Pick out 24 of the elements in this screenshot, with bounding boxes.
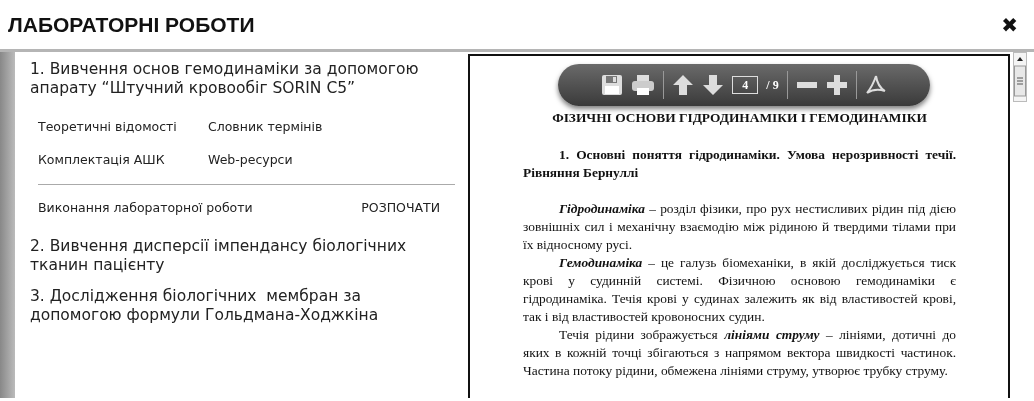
down-arrow-icon[interactable] [702,74,725,96]
lab-link[interactable]: Словник термінів [208,118,358,137]
up-arrow-icon[interactable] [672,74,695,96]
zoom-in-icon[interactable] [825,74,848,96]
start-link[interactable]: РОЗПОЧАТИ [361,198,440,218]
document-paragraph: Течія рідини зображується лініями струму – лініями, дотичні до яких в кожній точці збігаються з напрямом вектора швидкості частинок. Частина потоку рідини, обмежена лініями струму, утворює трубку струму. [523,326,956,381]
lab-title[interactable]: 3. Дослідження біологічних мембран за допомогою формули Гольдмана-Ходжкіна [30,287,455,326]
lab-link[interactable]: Web-ресурси [208,150,358,170]
document-paragraph: Гемодинаміка – це галузь біомеханіки, в якій досліджується тиск крові у судинній системі. Фізичною основою гемодинаміки є гідродинаміка. Течія крові у судинах залежить як від властивостей крові, так і від властивостей кровоносних судин. [523,254,956,327]
document-heading: ФІЗИЧНІ ОСНОВИ ГІДРОДИНАМІКИ І ГЕМОДИНАМІКИ [551,109,928,127]
section-heading: 1. Основні поняття гідродинаміки. Умова нерозривності течії. Рівняння Бернуллі [523,146,956,183]
lab-title[interactable]: 2. Вивчення дисперсії імпендансу біологічних тканин пацієнту [30,237,455,276]
window-title: ЛАБОРАТОРНІ РОБОТИ [8,11,255,38]
page-number-field[interactable]: 4 [732,76,759,94]
print-icon[interactable] [631,74,656,96]
document-paragraph: Гідродинаміка – розділ фізики, про рух нестисливих рідин під дією зовнішніх сил і механічну взаємодію між рідиною й твердими тілами при їх відносному русі. [523,200,956,255]
lab-link[interactable]: Комплектація АШК [38,150,208,170]
page-count: / 9 [766,77,779,94]
lab-link[interactable]: Теоретичні відомості [38,118,208,137]
close-button[interactable]: ✖ [997,14,1022,35]
lab-title[interactable]: 1. Вивчення основ гемодинаміки за допомогою апарату “Штучний кровообіг SORIN C5” [30,60,455,98]
task-label: Виконання лабораторної роботи [38,198,253,217]
scrollbar[interactable] [1013,52,1027,102]
save-icon[interactable] [601,74,624,96]
